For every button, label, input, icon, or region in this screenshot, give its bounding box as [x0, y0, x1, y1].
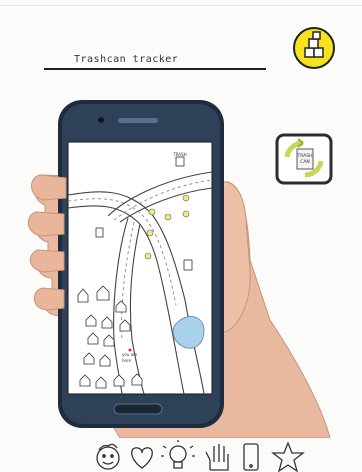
heart-icon: [131, 447, 153, 469]
bottom-icon-row: [96, 440, 305, 472]
phone-icon: [243, 443, 259, 471]
map-bin-label: TRASH: [172, 152, 186, 157]
title-underline: [44, 68, 266, 70]
top-border: [0, 5, 362, 6]
star-icon: [271, 441, 305, 472]
hand-phone-illustration: TRASH you are here: [27, 100, 331, 438]
location-marker: [128, 348, 132, 352]
lightbulb-icon: [161, 440, 195, 469]
hand-icon: [205, 444, 229, 471]
face-icon: [96, 443, 120, 470]
stacked-boxes-icon[interactable]: [292, 26, 336, 70]
you-are-here-label-1: you are: [122, 352, 138, 357]
you-are-here-label-2: here: [122, 358, 132, 363]
page-title: Trashcan tracker: [44, 52, 266, 72]
title-text: Trashcan tracker: [74, 54, 179, 65]
